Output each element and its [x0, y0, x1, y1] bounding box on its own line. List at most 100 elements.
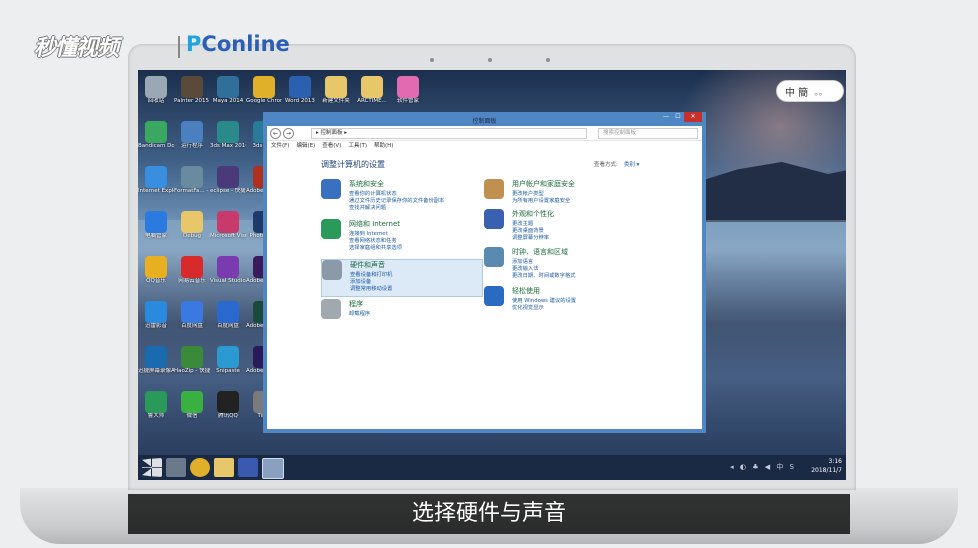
desktop-icon[interactable]: Google Chrome [246, 76, 282, 105]
category-categories_left-0[interactable]: 系统和安全 查看你的计算机状态 通过文件历史记录保存你的文件备份副本 查找并解决问题 [321, 179, 481, 214]
forward-button[interactable]: → [283, 128, 294, 139]
desktop-icon[interactable]: FormatFa... - 快捷方式 [174, 166, 210, 195]
category-icon [321, 219, 341, 239]
category-categories_right-2[interactable]: 时钟、语言和区域 添加语言 更改输入法 更改日期、时间或数字格式 [484, 247, 644, 282]
desktop-icon[interactable]: 网易云音乐 [174, 256, 210, 285]
start-button[interactable] [142, 458, 162, 477]
category-link[interactable]: 调整屏幕分辨率 [512, 233, 549, 241]
category-title[interactable]: 轻松使用 [512, 286, 540, 296]
desktop-icon[interactable]: 新建文件夹 [318, 76, 354, 105]
app-icon [217, 346, 239, 368]
desktop-icon[interactable]: 迅捷屏幕录像Air [138, 346, 174, 375]
category-link[interactable]: 调整常用移动设置 [350, 284, 392, 292]
desktop-icon[interactable]: 百度网盘 [210, 301, 246, 330]
app-icon [181, 256, 203, 278]
category-link[interactable]: 优化视觉显示 [512, 303, 544, 311]
menu-item[interactable]: 查看(V) [322, 143, 341, 149]
desktop-icon[interactable]: ARCTIME... [354, 76, 390, 105]
desktop-icon-label: 腾讯QQ [218, 413, 238, 419]
category-categories_left-2[interactable]: 硬件和声音 查看设备和打印机 添加设备 调整常用移动设置 [321, 259, 483, 297]
app-icon [181, 301, 203, 323]
category-title[interactable]: 系统和安全 [349, 179, 384, 189]
control-panel-window[interactable]: 控制面板 — ☐ ✕ ← → ▸ 控制面板 ▸ 搜索控制面板 文件(F) 编辑(E… [263, 112, 706, 433]
desktop-icon[interactable]: Painter 2015 x64 - 快捷... [174, 76, 210, 105]
view-by[interactable]: 查看方式: 类别 ▾ [594, 160, 639, 168]
desktop-icon-label: 电脑管家 [144, 233, 167, 239]
category-categories_left-3[interactable]: 程序 卸载程序 [321, 299, 481, 320]
desktop-icon-label: 迅雷影音 [144, 323, 167, 329]
app-icon [181, 76, 203, 98]
category-title[interactable]: 程序 [349, 299, 363, 309]
desktop-icon-label: Debug [182, 233, 202, 239]
desktop-icon[interactable]: 百度网盘 [174, 301, 210, 330]
desktop-icon[interactable]: 腾讯QQ [210, 391, 246, 420]
app-icon [181, 121, 203, 143]
desktop-icon[interactable]: 软件管家 [390, 76, 426, 105]
category-title[interactable]: 用户帐户和家庭安全 [512, 179, 575, 189]
taskbar-explorer-icon[interactable] [214, 458, 234, 477]
desktop-icon-label: Microsoft Visual C... [210, 233, 246, 239]
desktop-icon[interactable]: 3ds Max 2016 [210, 121, 246, 150]
desktop-icon[interactable]: Debug [174, 211, 210, 240]
category-title[interactable]: 网络和 Internet [349, 219, 400, 229]
desktop-icon[interactable]: QQ音乐 [138, 256, 174, 285]
desktop-icon[interactable]: 鲁大师 [138, 391, 174, 420]
desktop-icon[interactable]: Bandicam Dock [138, 121, 174, 150]
search-input[interactable]: 搜索控制面板 [598, 128, 698, 139]
menu-item[interactable]: 帮助(H) [374, 143, 393, 149]
watermark-brand: PConline [186, 32, 290, 56]
desktop-icon[interactable]: Word 2013 [282, 76, 318, 105]
system-tray[interactable]: ◂ ◐ ♣ ◀ 中 S [730, 462, 796, 472]
view-by-dropdown[interactable]: 类别 ▾ [624, 162, 640, 168]
desktop-icon[interactable]: 运行程序 [174, 121, 210, 150]
taskbar-tools-icon[interactable] [166, 458, 186, 477]
window-titlebar[interactable]: 控制面板 — ☐ ✕ [267, 112, 702, 126]
taskbar-control-panel-icon[interactable] [262, 458, 284, 479]
category-link[interactable]: 为所有用户设置家庭安全 [512, 196, 570, 204]
maximize-button[interactable]: ☐ [672, 112, 684, 122]
desktop-icon-label: Snipaste [216, 368, 240, 374]
ime-indicator[interactable]: 中 簡 。。 [776, 80, 844, 102]
desktop-icon-label: Internet Explorer [138, 188, 174, 194]
menu-item[interactable]: 编辑(E) [296, 143, 315, 149]
desktop-icon[interactable]: Microsoft Visual C... [210, 211, 246, 240]
menu-item[interactable]: 文件(F) [271, 143, 289, 149]
app-icon [361, 76, 383, 98]
category-categories_right-0[interactable]: 用户帐户和家庭安全 更改帐户类型 为所有用户设置家庭安全 [484, 179, 644, 207]
desktop-icon-label: Painter 2015 x64 - 快捷... [174, 98, 210, 104]
desktop-icon[interactable]: Visual Studio 2015 [210, 256, 246, 285]
address-path[interactable]: ▸ 控制面板 ▸ [311, 128, 587, 139]
category-link[interactable]: 选择家庭组和共享选项 [349, 243, 402, 251]
minimize-button[interactable]: — [660, 112, 672, 122]
category-link[interactable]: 更改日期、时间或数字格式 [512, 271, 576, 279]
taskbar-chrome-icon[interactable] [190, 458, 210, 477]
category-icon [484, 286, 504, 306]
desktop-icon[interactable]: 迅雷影音 [138, 301, 174, 330]
category-categories_right-3[interactable]: 轻松使用 使用 Windows 建议的设置 优化视觉显示 [484, 286, 644, 314]
category-icon [322, 260, 342, 280]
desktop-icon[interactable]: Maya 2014 [210, 76, 246, 105]
desktop-icon[interactable]: 微信 [174, 391, 210, 420]
desktop-screen: 中 簡 。。 回收站 Painter 2015 x64 - 快捷...Maya 2… [138, 70, 846, 480]
desktop-icon[interactable]: Snipaste [210, 346, 246, 375]
category-title[interactable]: 硬件和声音 [350, 260, 385, 270]
clock[interactable]: 3:16 2018/11/7 [811, 457, 842, 475]
desktop-icon[interactable]: eclipse - 快捷方式 [210, 166, 246, 195]
category-link[interactable]: 卸载程序 [349, 309, 370, 317]
category-title[interactable]: 外观和个性化 [512, 209, 554, 219]
category-link[interactable]: 查找并解决问题 [349, 203, 386, 211]
menu-item[interactable]: 工具(T) [348, 143, 367, 149]
desktop-icon[interactable]: 回收站 [138, 76, 174, 105]
close-button[interactable]: ✕ [684, 112, 702, 122]
desktop-icon[interactable]: HaoZip - 快捷方式 [174, 346, 210, 375]
desktop-icon-label: Visual Studio 2015 [210, 278, 246, 284]
taskbar-settings-icon[interactable] [238, 458, 258, 477]
app-icon [217, 211, 239, 233]
desktop-icon[interactable]: Internet Explorer [138, 166, 174, 195]
category-categories_left-1[interactable]: 网络和 Internet 连接到 Internet 查看网络状态和任务 选择家庭组和共… [321, 219, 481, 254]
back-button[interactable]: ← [270, 128, 281, 139]
app-icon [325, 76, 347, 98]
category-title[interactable]: 时钟、语言和区域 [512, 247, 568, 257]
category-categories_right-1[interactable]: 外观和个性化 更改主题 更改桌面背景 调整屏幕分辨率 [484, 209, 644, 244]
desktop-icon[interactable]: 电脑管家 [138, 211, 174, 240]
